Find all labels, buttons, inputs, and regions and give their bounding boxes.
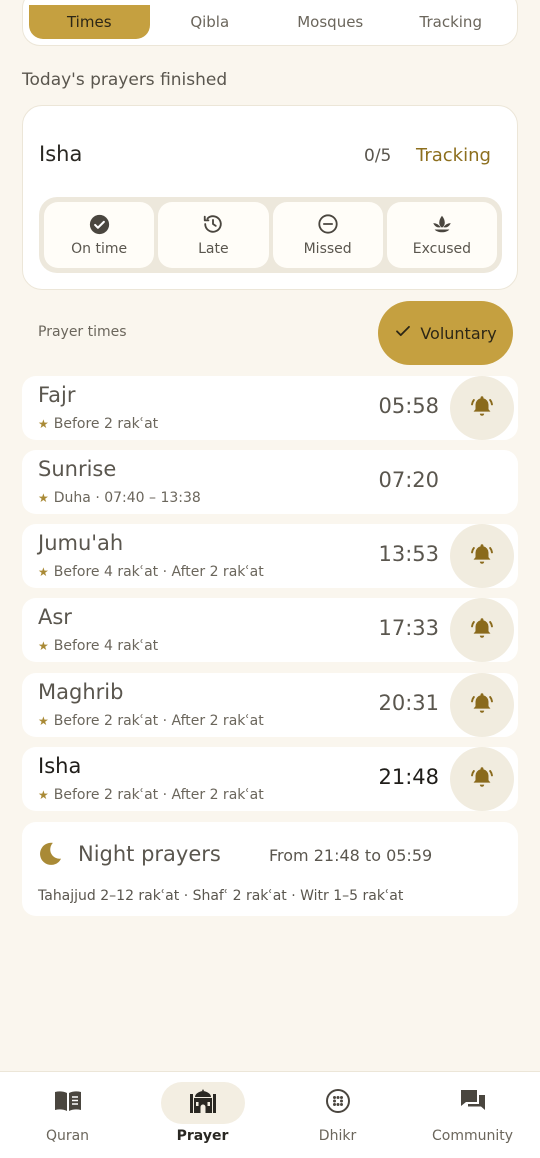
status-options: On time Late Missed Excused [39,197,502,273]
voluntary-toggle[interactable]: Voluntary [378,301,513,365]
prayer-row-isha[interactable]: Isha ★ Before 2 rakʿat · After 2 rakʿat 2… [22,747,518,811]
nav-quran[interactable]: Quran [0,1072,135,1158]
prayer-row-maghrib[interactable]: Maghrib ★ Before 2 rakʿat · After 2 rakʿa… [22,673,518,737]
night-prayers-card[interactable]: Night prayers From 21:48 to 05:59 Tahajj… [22,822,518,916]
lotus-icon [431,213,453,235]
minus-circle-icon [317,213,339,235]
missed-label: Missed [303,241,352,257]
prayer-name: Sunrise [38,457,117,481]
night-prayers-range: From 21:48 to 05:59 [269,846,433,865]
bell-icon [469,764,495,794]
nav-label-quran: Quran [45,1128,90,1144]
nav-icon-wrap [431,1082,515,1124]
on-time-button[interactable]: On time [44,202,155,268]
voluntary-label: Voluntary [420,323,497,343]
nav-label-community: Community [431,1128,514,1144]
prayer-time: 17:33 [378,616,439,640]
missed-button[interactable]: Missed [272,202,383,268]
notification-toggle[interactable] [450,598,514,662]
prayer-time: 21:48 [378,765,439,789]
star-icon: ★ [38,417,49,431]
tab-times[interactable]: Times [29,5,150,39]
late-label: Late [198,241,229,257]
nav-prayer[interactable]: Prayer [135,1072,270,1158]
prayer-note-text: Duha · 07:40 – 13:38 [53,490,201,506]
history-icon [202,213,224,235]
prayer-times-label: Prayer times [38,324,127,340]
top-tab-bar: Times Qibla Mosques Tracking [22,0,518,46]
star-icon: ★ [38,565,49,579]
prayer-name: Maghrib [38,680,124,704]
beads-icon [325,1088,351,1118]
prayer-name: Asr [38,605,72,629]
nav-label-prayer: Prayer [176,1128,229,1144]
prayer-name: Jumu'ah [38,531,124,555]
prayer-note: ★ Duha · 07:40 – 13:38 [38,490,201,506]
prayer-note-text: Before 2 rakʿat · After 2 rakʿat [53,787,264,803]
nav-icon-wrap [160,1082,245,1124]
tab-tracking[interactable]: Tracking [391,5,512,39]
prayer-time: 07:20 [378,468,439,492]
prayer-note: ★ Before 2 rakʿat · After 2 rakʿat [38,713,264,729]
prayer-row-sunrise[interactable]: Sunrise ★ Duha · 07:40 – 13:38 07:20 [22,450,518,514]
bell-icon [469,690,495,720]
notification-toggle[interactable] [450,673,514,737]
excused-button[interactable]: Excused [386,202,497,268]
prayer-name: Isha [38,754,82,778]
prayer-time: 20:31 [378,691,439,715]
prayer-note: ★ Before 2 rakʿat [38,416,158,432]
excused-label: Excused [412,241,471,257]
notification-toggle[interactable] [450,747,514,811]
book-icon [53,1088,83,1118]
star-icon: ★ [38,714,49,728]
tab-mosques[interactable]: Mosques [270,5,391,39]
mosque-icon [188,1088,218,1118]
prayer-note-text: Before 2 rakʿat · After 2 rakʿat [53,713,264,729]
prayer-name: Fajr [38,383,76,407]
check-icon [394,322,412,344]
nav-icon-wrap [296,1082,380,1124]
prayer-status-card: Isha 0/5 Tracking On time Late Missed Ex… [22,105,518,290]
bottom-navigation: Quran Prayer Dhikr Community [0,1071,540,1158]
prayer-note-text: Before 4 rakʿat · After 2 rakʿat [53,564,264,580]
section-title: Today's prayers finished [22,70,228,90]
current-prayer-name: Isha [39,142,83,166]
night-prayers-title: Night prayers [78,842,221,866]
prayer-note: ★ Before 4 rakʿat · After 2 rakʿat [38,564,264,580]
chat-icon [459,1088,487,1118]
nav-icon-wrap [26,1082,110,1124]
late-button[interactable]: Late [158,202,269,268]
star-icon: ★ [38,491,49,505]
notification-toggle[interactable] [450,376,514,440]
nav-dhikr[interactable]: Dhikr [270,1072,405,1158]
check-circle-icon [88,213,110,235]
prayer-row-jumuah[interactable]: Jumu'ah ★ Before 4 rakʿat · After 2 rakʿa… [22,524,518,588]
prayer-row-fajr[interactable]: Fajr ★ Before 2 rakʿat 05:58 [22,376,518,440]
prayer-note-text: Before 2 rakʿat [53,416,159,432]
prayer-count: 0/5 [364,146,392,166]
prayer-note: ★ Before 2 rakʿat · After 2 rakʿat [38,787,264,803]
on-time-label: On time [71,241,128,257]
nav-community[interactable]: Community [405,1072,540,1158]
bell-icon [469,541,495,571]
bell-icon [469,615,495,645]
prayer-time: 13:53 [378,542,439,566]
bell-icon [469,393,495,423]
prayer-row-asr[interactable]: Asr ★ Before 4 rakʿat 17:33 [22,598,518,662]
star-icon: ★ [38,788,49,802]
notification-toggle[interactable] [450,524,514,588]
star-icon: ★ [38,639,49,653]
night-prayers-detail: Tahajjud 2–12 rakʿat · Shafʿ 2 rakʿat · … [38,888,404,904]
tracking-link[interactable]: Tracking [416,145,491,166]
tab-qibla[interactable]: Qibla [150,5,271,39]
prayer-note-text: Before 4 rakʿat [53,638,159,654]
nav-label-dhikr: Dhikr [318,1128,357,1144]
prayer-time: 05:58 [378,394,439,418]
prayer-note: ★ Before 4 rakʿat [38,638,158,654]
moon-icon [36,840,64,872]
